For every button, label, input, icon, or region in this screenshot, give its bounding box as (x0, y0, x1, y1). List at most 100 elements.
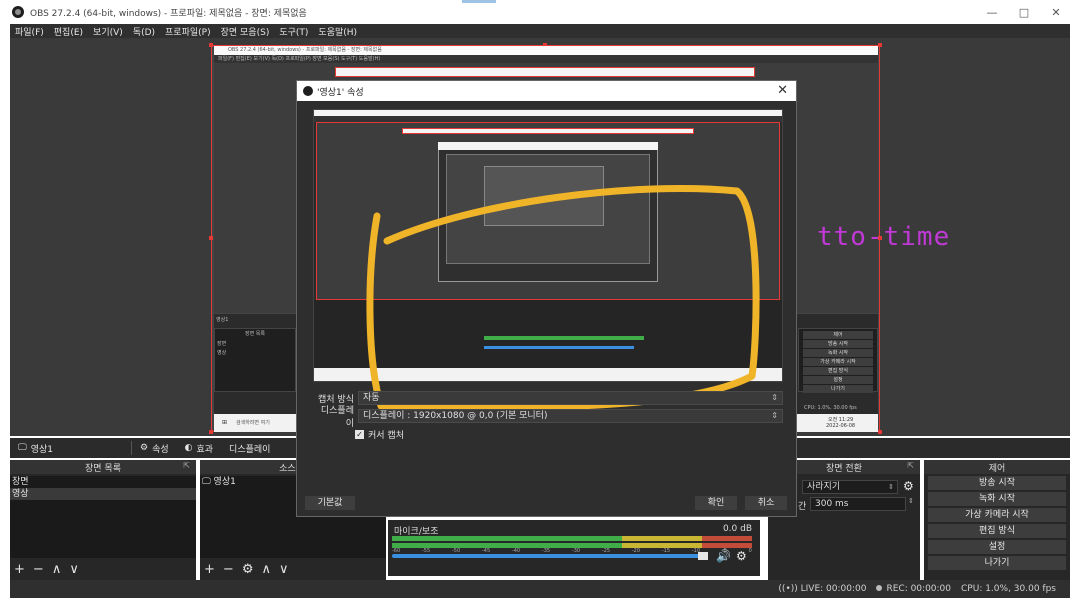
rec-status: REC: 00:00:00 (876, 584, 951, 594)
display-select[interactable]: 디스플레이 : 1920x1080 @ 0,0 (기본 모니터) ⇕ (358, 409, 783, 423)
add-icon[interactable]: + (14, 562, 25, 577)
scene-item[interactable]: 장면 (10, 476, 196, 488)
minimize-button[interactable]: — (976, 0, 1008, 24)
move-up-icon[interactable]: ∧ (261, 562, 271, 577)
resize-handle[interactable] (878, 430, 882, 434)
start-virtual-camera-button[interactable]: 가상 카메라 시작 (928, 508, 1066, 522)
gear-icon: ⚙ (139, 443, 149, 453)
transition-select-value: 사라지기 (807, 482, 841, 492)
nested-dialog-title (438, 142, 658, 150)
window-title: OBS 27.2.4 (64-bit, windows) - 프로파일: 제목없… (30, 8, 307, 19)
dock-float-icon[interactable]: ⇱ (907, 461, 914, 470)
gear-icon[interactable]: ⚙ (242, 562, 254, 577)
source-item-label: 영상1 (213, 477, 236, 487)
gear-icon[interactable]: ⚙ (736, 549, 747, 563)
filters-button[interactable]: ◐ 효과 (177, 442, 221, 455)
cancel-button[interactable]: 취소 (745, 496, 787, 510)
transitions-dock-title: 장면 전환 (826, 463, 862, 474)
live-time: LIVE: 00:00:00 (800, 584, 867, 594)
start-streaming-button[interactable]: 방송 시작 (928, 476, 1066, 490)
controls-dock-header: 제어 (924, 460, 1070, 474)
add-icon[interactable]: + (204, 562, 215, 577)
captured-control: 가상 카메라 시작 (803, 358, 873, 366)
menu-edit[interactable]: 편집(E) (49, 25, 88, 38)
captured-scenes-header: 장면 목록 (245, 331, 265, 337)
maximize-button[interactable]: □ (1008, 0, 1040, 24)
display-label: 디스플레이 (320, 406, 354, 429)
obs-logo-icon (303, 86, 313, 96)
dock-float-icon[interactable]: ⇱ (183, 461, 190, 470)
move-down-icon[interactable]: ∨ (279, 562, 289, 577)
menu-scene-collection[interactable]: 장면 모음(S) (216, 25, 275, 38)
captured-title: OBS 27.2.4 (64-bit, windows) - 프로파일: 제목없… (214, 46, 878, 55)
stepper-icon[interactable]: ⇕ (908, 497, 914, 505)
settings-button[interactable]: 설정 (928, 540, 1066, 554)
captured-search: 검색하려면 여기 (236, 420, 270, 426)
resize-handle[interactable] (209, 236, 213, 240)
current-source-label: 영상1 (30, 444, 53, 455)
resize-handle[interactable] (878, 43, 882, 47)
captured-cpu: CPU: 1.0%, 30.00 fps (804, 405, 857, 411)
tick-label: 0 (748, 548, 752, 554)
move-down-icon[interactable]: ∨ (69, 562, 79, 577)
scenes-dock-header: 장면 목록 ⇱ (10, 460, 196, 474)
scenes-toolbar: + − ∧ ∨ (10, 558, 196, 580)
duration-label: 간 (798, 502, 807, 512)
chevron-updown-icon: ⇕ (888, 483, 894, 491)
volume-slider-handle[interactable] (698, 552, 708, 560)
move-up-icon[interactable]: ∧ (52, 562, 62, 577)
monitor-icon: 🖵 (18, 443, 27, 453)
ok-button[interactable]: 확인 (695, 496, 737, 510)
title-bar: OBS 27.2.4 (64-bit, windows) - 프로파일: 제목없… (0, 0, 1080, 24)
resize-handle[interactable] (209, 43, 213, 47)
filters-label: 효과 (196, 444, 214, 455)
properties-button[interactable]: ⚙ 속성 (132, 442, 177, 455)
menu-tools[interactable]: 도구(T) (274, 25, 313, 38)
audio-mixer: 마이크/보조 0.0 dB -60 -55 -50 -45 -40 -35 -3… (388, 520, 760, 576)
capture-method-select[interactable]: 자동 ⇕ (358, 391, 783, 405)
chevron-updown-icon: ⇕ (771, 393, 778, 402)
volume-meter (392, 536, 752, 541)
close-button[interactable]: ✕ (1040, 0, 1072, 24)
defaults-button[interactable]: 기본값 (305, 496, 355, 510)
remove-icon[interactable]: − (223, 562, 234, 577)
chevron-updown-icon: ⇕ (771, 411, 778, 420)
resize-handle[interactable] (209, 430, 213, 434)
scene-item[interactable]: 영상 (10, 488, 196, 500)
transition-select[interactable]: 사라지기 ⇕ (802, 480, 898, 494)
controls-dock-title: 제어 (988, 463, 1006, 474)
live-icon: ((•)) (778, 584, 801, 594)
captured-control: 나가기 (803, 385, 873, 393)
captured-control: 설정 (803, 376, 873, 384)
speaker-icon[interactable]: 🔊 (716, 549, 731, 563)
menu-file[interactable]: 파일(F) (10, 25, 49, 38)
menu-help[interactable]: 도움말(H) (313, 25, 362, 38)
monitor-icon: 🖵 (202, 477, 214, 487)
volume-slider-track[interactable] (392, 554, 702, 558)
gear-icon[interactable]: ⚙ (903, 479, 914, 493)
remove-icon[interactable]: − (33, 562, 44, 577)
menu-bar: 파일(F) 편집(E) 보기(V) 독(D) 프로파일(P) 장면 모음(S) … (10, 24, 1070, 38)
menu-dock[interactable]: 독(D) (128, 25, 160, 38)
menu-view[interactable]: 보기(V) (88, 25, 128, 38)
cpu-status: CPU: 1.0%, 30.00 fps (961, 584, 1056, 594)
capture-method-value: 자동 (363, 393, 380, 403)
display-row: 디스플레이 디스플레이 : 1920x1080 @ 0,0 (기본 모니터) ⇕ (313, 406, 783, 429)
scenes-list[interactable]: 장면 영상 (10, 476, 196, 558)
dialog-close-button[interactable]: ✕ (777, 83, 788, 98)
checkbox-check-icon: ✓ (355, 430, 364, 439)
capture-cursor-checkbox[interactable]: ✓ 커서 캡처 (355, 428, 404, 441)
exit-button[interactable]: 나가기 (928, 556, 1066, 570)
watermark-text: tto-time (817, 222, 951, 252)
display-button[interactable]: 디스플레이 (221, 442, 278, 455)
captured-scene-row: 장면 (217, 341, 227, 347)
captured-clock-time: 오전 11:29 (828, 417, 854, 423)
menu-profile[interactable]: 프로파일(P) (160, 25, 216, 38)
duration-input[interactable]: 300 ms (810, 497, 906, 511)
rec-time: REC: 00:00:00 (886, 584, 952, 594)
studio-mode-button[interactable]: 편집 방식 (928, 524, 1066, 538)
captured-nested-window (335, 67, 755, 77)
status-bar: ((•)) LIVE: 00:00:00 REC: 00:00:00 CPU: … (10, 580, 1070, 598)
start-recording-button[interactable]: 녹화 시작 (928, 492, 1066, 506)
captured-menu: 파일(F) 편집(E) 보기(V) 독(D) 프로파일(P) 장면 모음(S) … (214, 55, 878, 63)
